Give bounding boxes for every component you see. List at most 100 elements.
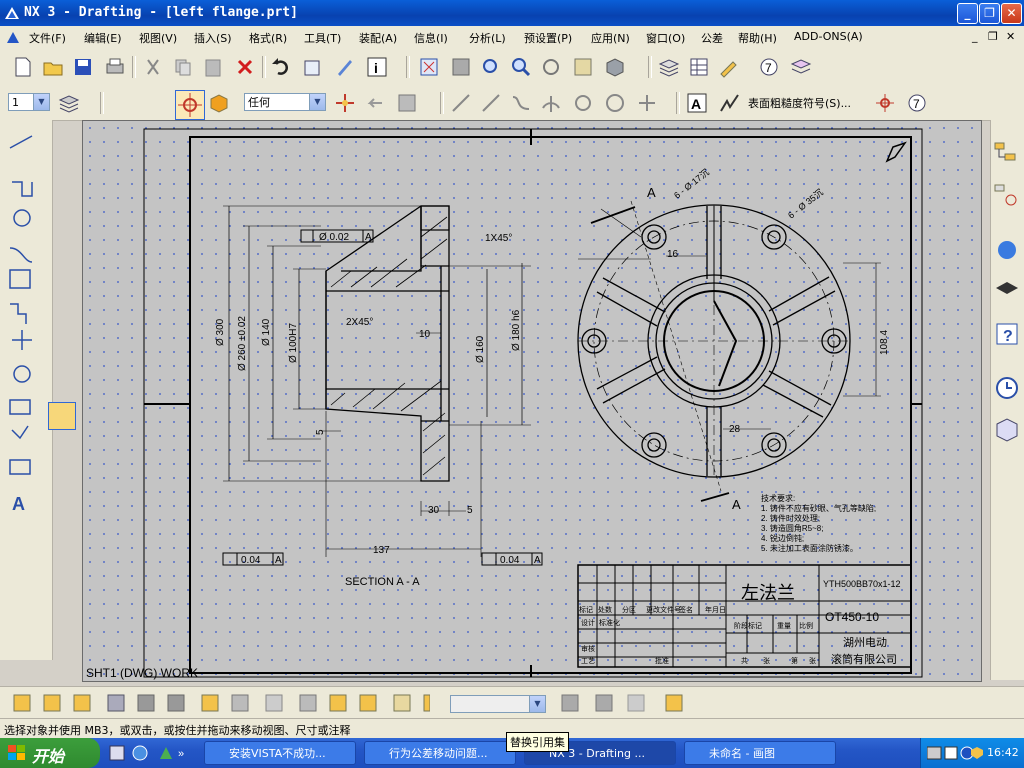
print-icon[interactable] bbox=[104, 56, 126, 78]
quick-launch-icons[interactable]: » bbox=[108, 745, 188, 761]
fcf-datum2: A bbox=[275, 555, 282, 566]
dim-d140: Ø 140 bbox=[261, 318, 272, 346]
annotation-icon[interactable]: A bbox=[686, 92, 708, 114]
assembly-nav-icon[interactable] bbox=[396, 92, 418, 114]
layer-stack-icon[interactable] bbox=[58, 92, 80, 114]
svg-text:张: 张 bbox=[763, 656, 770, 665]
doc-restore-button[interactable]: ❐ bbox=[988, 30, 998, 43]
cut-icon[interactable] bbox=[142, 56, 164, 78]
open-folder-icon[interactable] bbox=[42, 56, 64, 78]
expression-help-icon[interactable]: 7 bbox=[906, 92, 928, 114]
menu-assembly[interactable]: 装配(A) bbox=[359, 30, 397, 46]
menu-info[interactable]: 信息(I) bbox=[414, 30, 448, 46]
zoom-window-icon[interactable] bbox=[450, 56, 472, 78]
menu-edit[interactable]: 编辑(E) bbox=[84, 30, 122, 46]
drafting-tools-icon[interactable]: A bbox=[6, 130, 46, 530]
restore-button[interactable]: ❐ bbox=[979, 3, 1000, 24]
menu-tools[interactable]: 工具(T) bbox=[304, 30, 341, 46]
company-line2: 滚筒有限公司 bbox=[831, 652, 897, 666]
pencil-icon[interactable] bbox=[718, 56, 740, 78]
spline-icon[interactable] bbox=[510, 92, 532, 114]
menu-insert[interactable]: 插入(S) bbox=[194, 30, 232, 46]
web-browser-icon[interactable] bbox=[993, 236, 1021, 264]
drawing-code: YTH500BB70x1-12 bbox=[823, 579, 901, 589]
menu-window[interactable]: 窗口(O) bbox=[646, 30, 685, 46]
reference-set-select[interactable]: ▼ bbox=[450, 695, 546, 713]
layer-settings-icon[interactable] bbox=[658, 56, 680, 78]
svg-text:技术要求:: 技术要求: bbox=[761, 493, 795, 503]
surface-symbol-button[interactable]: 表面粗糙度符号(S)... bbox=[748, 95, 851, 111]
tray-icons[interactable] bbox=[927, 745, 987, 761]
close-button[interactable]: ✕ bbox=[1001, 3, 1022, 24]
surface-finish-icon[interactable] bbox=[718, 92, 740, 114]
expression-icon[interactable]: 7 bbox=[758, 56, 780, 78]
taskbar-item-paint[interactable]: 未命名 - 画图 bbox=[684, 741, 836, 765]
history-clock-icon[interactable] bbox=[993, 374, 1021, 402]
circle-icon[interactable] bbox=[572, 92, 594, 114]
dim-len108: 108.4 bbox=[879, 330, 890, 355]
standard-toolbar: i 7 bbox=[0, 48, 1024, 87]
new-file-icon[interactable] bbox=[12, 56, 34, 78]
menu-analysis[interactable]: 分析(L) bbox=[469, 30, 506, 46]
line2-icon[interactable] bbox=[480, 92, 502, 114]
active-palette-tool-icon[interactable] bbox=[48, 402, 76, 430]
dim-d160: Ø 160 bbox=[475, 335, 486, 363]
tooltip: 替换引用集 bbox=[506, 732, 569, 752]
back-arrow-icon[interactable] bbox=[364, 92, 386, 114]
pan-icon[interactable] bbox=[572, 56, 594, 78]
roughness-symbol bbox=[885, 141, 907, 163]
filter-select[interactable]: 任何 ▼ bbox=[244, 93, 326, 111]
menu-file[interactable]: 文件(F) bbox=[29, 30, 66, 46]
doc-minimize-button[interactable]: _ bbox=[972, 30, 978, 43]
menu-help[interactable]: 帮助(H) bbox=[738, 30, 777, 46]
assembly-navigator-icon[interactable] bbox=[993, 182, 1021, 210]
fit-view-icon[interactable] bbox=[418, 56, 440, 78]
sheet-label: SHT1 (DWG) WORK bbox=[86, 666, 198, 680]
edit-object-icon[interactable] bbox=[334, 56, 356, 78]
taskbar-item-tolerance[interactable]: 行为公差移动问题... bbox=[364, 741, 516, 765]
system-materials-icon[interactable] bbox=[993, 416, 1021, 444]
cube-select-icon[interactable] bbox=[208, 92, 230, 114]
save-icon[interactable] bbox=[72, 56, 94, 78]
grid-layers-icon[interactable] bbox=[790, 56, 812, 78]
properties-icon[interactable] bbox=[302, 56, 324, 78]
doc-close-button[interactable]: ✕ bbox=[1006, 30, 1015, 43]
datum-point-icon[interactable] bbox=[874, 92, 896, 114]
paste-icon[interactable] bbox=[202, 56, 224, 78]
arc-icon[interactable] bbox=[540, 92, 562, 114]
reference-set-icons[interactable] bbox=[556, 691, 696, 715]
part-navigator-icon[interactable] bbox=[993, 140, 1021, 168]
rotate-icon[interactable] bbox=[540, 56, 562, 78]
start-button[interactable]: 开始 bbox=[0, 738, 100, 768]
menu-application[interactable]: 应用(N) bbox=[591, 30, 630, 46]
help-icon[interactable]: ? bbox=[993, 320, 1021, 348]
menu-tolerance[interactable]: 公差 bbox=[701, 30, 723, 46]
zoom-icon[interactable] bbox=[510, 56, 532, 78]
fcf-datum1: A bbox=[365, 232, 372, 243]
fcf-runout1: 0.04 bbox=[241, 555, 261, 566]
shaded-view-icon[interactable] bbox=[604, 56, 626, 78]
undo-icon[interactable] bbox=[270, 56, 292, 78]
menu-addons[interactable]: ADD-ONS(A) bbox=[794, 30, 863, 43]
copy-icon[interactable] bbox=[172, 56, 194, 78]
snap-point-icon[interactable] bbox=[175, 90, 205, 120]
line-icon[interactable] bbox=[450, 92, 472, 114]
training-icon[interactable] bbox=[993, 278, 1021, 306]
taskbar-item-vista[interactable]: 安装VISTA不成功... bbox=[204, 741, 356, 765]
circle2-icon[interactable] bbox=[604, 92, 626, 114]
front-view bbox=[577, 200, 881, 502]
menu-preferences[interactable]: 预设置(P) bbox=[524, 30, 572, 46]
minimize-button[interactable]: _ bbox=[957, 3, 978, 24]
drawing-sheet[interactable]: Ø 300 Ø 260 ±0.02 Ø 140 Ø 100H7 Ø 160 Ø … bbox=[83, 121, 981, 681]
table-icon[interactable] bbox=[688, 56, 710, 78]
drafting-edit-icons[interactable] bbox=[10, 691, 430, 715]
select-filter-icon[interactable] bbox=[334, 92, 356, 114]
menu-view[interactable]: 视图(V) bbox=[139, 30, 177, 46]
layer-select[interactable]: 1 ▼ bbox=[8, 93, 50, 111]
graphics-window[interactable]: Ø 300 Ø 260 ±0.02 Ø 140 Ø 100H7 Ø 160 Ø … bbox=[82, 120, 982, 682]
info-icon[interactable]: i bbox=[366, 56, 388, 78]
plus-icon[interactable] bbox=[636, 92, 658, 114]
zoom-box-icon[interactable] bbox=[480, 56, 502, 78]
menu-format[interactable]: 格式(R) bbox=[249, 30, 287, 46]
delete-icon[interactable] bbox=[234, 56, 256, 78]
